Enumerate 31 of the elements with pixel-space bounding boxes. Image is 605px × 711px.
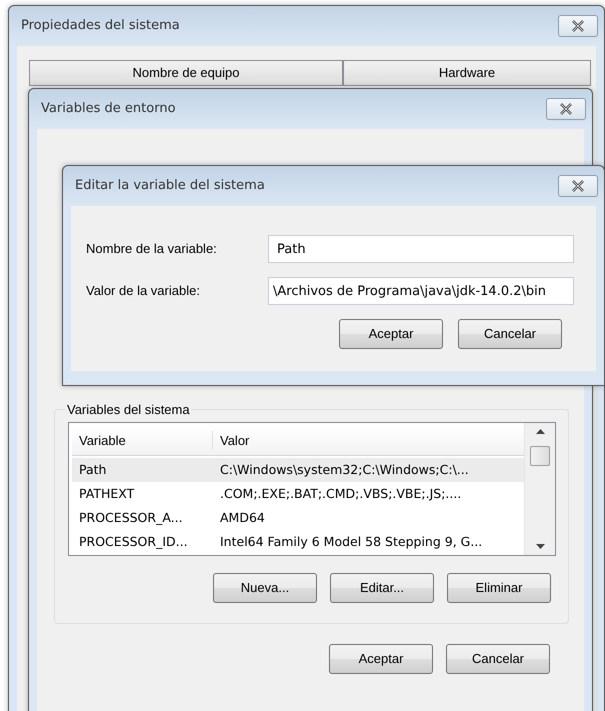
- list-cell-text: .COM;.EXE;.BAT;.CMD;.VBS;.VBE;.JS;....: [219, 484, 462, 503]
- list-row[interactable]: PATHEXT .COM;.EXE;.BAT;.CMD;.VBS;.VBE;.JS;....: [72, 482, 524, 506]
- list-cell-text: PATHEXT: [78, 484, 136, 503]
- dialog-button[interactable]: Cancelar: [446, 644, 550, 674]
- list-cell-text: PROCESSOR_ID...: [78, 532, 189, 551]
- list-cell-text: AMD64: [219, 508, 265, 527]
- list-cell-text: Intel64 Family 6 Model 58 Stepping 9, G...: [219, 532, 482, 551]
- list-row[interactable]: Path C:\Windows\system32;C:\Windows;C:\...: [72, 458, 524, 482]
- window-title: Propiedades del sistema: [21, 17, 180, 36]
- list-cell-text: PROCESSOR_A...: [78, 508, 184, 527]
- window-title: Variables de entorno: [41, 100, 176, 118]
- window-title: Editar la variable del sistema: [75, 177, 265, 196]
- field-label: Nombre de la variable:: [86, 240, 218, 258]
- list-cell-text: C:\Windows\system32;C:\Windows;C:\...: [219, 460, 469, 479]
- dialog-button[interactable]: Cancelar: [458, 319, 562, 349]
- dialog-button[interactable]: Aceptar: [339, 319, 443, 349]
- list-row[interactable]: PROCESSOR_ID... Intel64 Family 6 Model 58 Stepping 9, G...: [72, 530, 524, 554]
- list-row[interactable]: PROCESSOR_A... AMD64: [72, 506, 524, 530]
- field-label: Valor de la variable:: [86, 282, 201, 300]
- dialog-button[interactable]: Eliminar: [447, 573, 551, 603]
- input-field[interactable]: \Archivos de Programa\java\jdk-14.0.2\bin: [268, 277, 574, 305]
- dialog-button[interactable]: Nueva...: [213, 573, 317, 603]
- dialog-button[interactable]: Editar...: [330, 573, 434, 603]
- tab[interactable]: Hardware: [343, 60, 591, 86]
- dialog-button[interactable]: Aceptar: [329, 644, 433, 674]
- list-cell-text: Path: [78, 460, 108, 479]
- column-header[interactable]: Valor: [213, 430, 250, 450]
- group-label: Variables del sistema: [66, 403, 191, 416]
- input-field[interactable]: Path: [268, 235, 574, 263]
- tab[interactable]: Nombre de equipo: [29, 60, 343, 86]
- column-header[interactable]: Variable: [72, 430, 213, 450]
